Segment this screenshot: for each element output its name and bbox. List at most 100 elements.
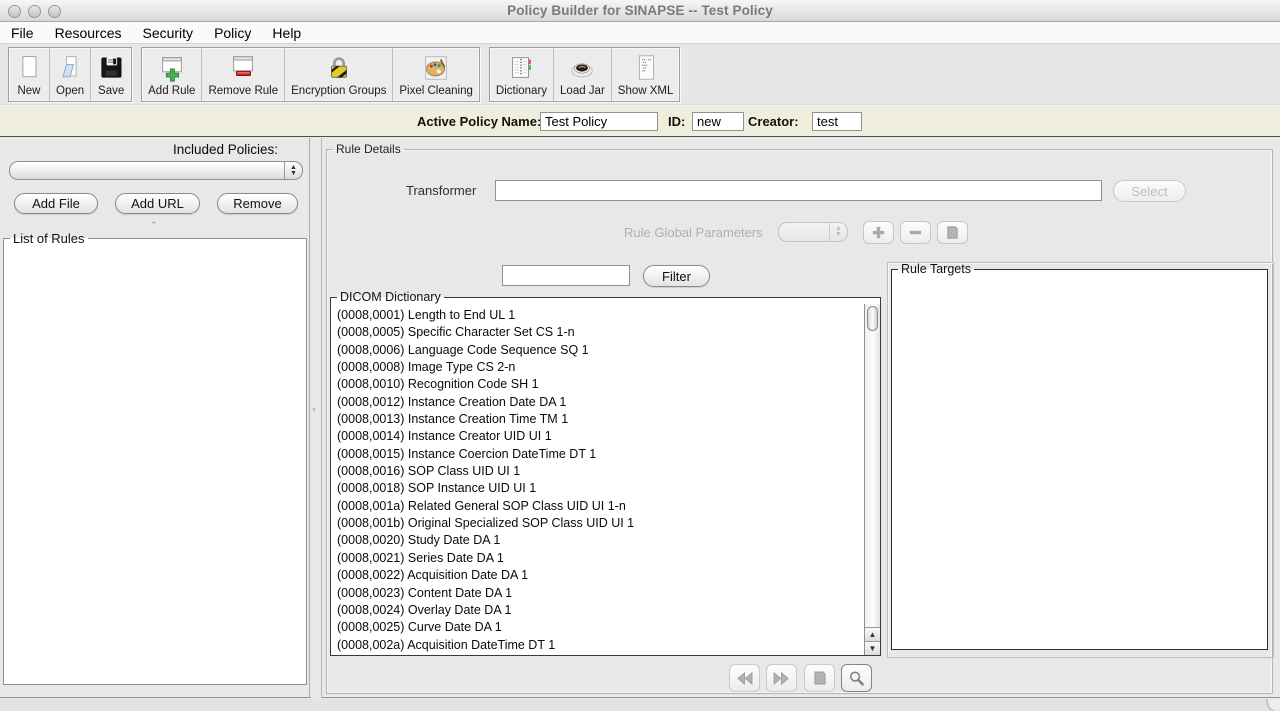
resize-grip[interactable] [1266,699,1280,711]
toolbar-group-file: New Open Save [8,46,133,102]
magnifier-icon [849,671,864,686]
inspect-button[interactable] [841,664,872,692]
list-item[interactable]: (0008,002a) Acquisition DateTime DT 1 [333,637,863,654]
next-rule-button[interactable] [766,664,797,692]
add-url-button[interactable]: Add URL [115,193,200,214]
window-title: Policy Builder for SINAPSE -- Test Polic… [507,3,773,18]
policy-id-field[interactable] [692,112,744,131]
coffee-cup-icon [567,51,597,85]
list-item[interactable]: (0008,0022) Acquisition Date DA 1 [333,567,863,584]
add-rule-button[interactable]: Add Rule [142,47,203,101]
open-button[interactable]: Open [50,47,92,101]
toolbar-group-tools: Dictionary Load Jar Show XML [488,46,681,102]
open-folder-icon [56,51,84,85]
list-item[interactable]: (0008,0015) Instance Coercion DateTime D… [333,446,863,463]
page-icon [947,226,958,239]
plus-icon [872,226,885,239]
palette-icon [421,51,451,85]
list-of-rules-panel[interactable]: List of Rules [3,231,307,685]
list-item[interactable]: (0008,0013) Instance Creation Time TM 1 [333,411,863,428]
filter-field[interactable] [502,265,630,286]
rule-global-parameters-combobox[interactable]: ▲ ▼ [778,222,848,242]
menu-item[interactable]: Policy [214,25,251,41]
scroll-down-icon[interactable]: ▼ [865,641,880,655]
show-xml-button[interactable]: Show XML [612,48,680,101]
list-item[interactable]: (0008,0005) Specific Character Set CS 1-… [333,324,863,341]
policy-creator-label: Creator: [748,114,799,129]
dicom-dictionary-list[interactable]: (0008,0001) Length to End UL 1 (0008,0005… [333,307,863,654]
transformer-label: Transformer [406,183,477,198]
new-document-icon [15,51,43,85]
scroll-up-icon[interactable]: ▲ [865,627,880,641]
notebook-icon [506,51,536,85]
included-policies-combobox[interactable]: ▲ ▼ [9,161,303,180]
remove-button[interactable]: Remove [217,193,298,214]
menu-item[interactable]: Resources [55,25,122,41]
active-policy-bar: Active Policy Name: ID: Creator: [0,105,1280,137]
spinner-arrows-icon[interactable]: ▲ ▼ [829,223,847,241]
list-of-rules-title: List of Rules [13,231,85,246]
rule-targets-panel[interactable]: Rule Targets [891,262,1268,650]
list-item[interactable]: (0008,0025) Curve Date DA 1 [333,619,863,636]
rewind-icon [737,671,753,685]
transformer-field[interactable] [495,180,1102,201]
list-item[interactable]: (0008,0021) Series Date DA 1 [333,550,863,567]
active-policy-name-field[interactable] [540,112,658,131]
list-item[interactable]: (0008,0008) Image Type CS 2-n [333,359,863,376]
fast-forward-icon [773,671,789,685]
previous-rule-button[interactable] [729,664,760,692]
window-bottom-strip [0,699,1280,711]
list-item[interactable]: (0008,001a) Related General SOP Class UI… [333,498,863,515]
filter-button[interactable]: Filter [643,265,710,287]
list-item[interactable]: (0008,0016) SOP Class UID UI 1 [333,463,863,480]
list-item[interactable]: (0008,0023) Content Date DA 1 [333,585,863,602]
vertical-splitter[interactable]: ⌃ [311,138,322,698]
view-rule-button[interactable] [804,664,835,692]
splitter-collapse-icon[interactable]: ⌃ [311,406,322,414]
rule-targets-title: Rule Targets [901,262,971,276]
remove-rule-button[interactable]: Remove Rule [202,47,286,101]
toolbar: New Open Save Add Rule Remove Rule Encry… [0,44,1280,105]
menu-item[interactable]: Security [142,25,193,41]
add-rule-icon [156,51,188,85]
load-jar-button[interactable]: Load Jar [554,47,612,101]
policy-creator-field[interactable] [812,112,862,131]
list-item[interactable]: (0008,0024) Overlay Date DA 1 [333,602,863,619]
dicom-dictionary-title: DICOM Dictionary [340,290,441,304]
remove-rule-icon [227,51,259,85]
edit-parameter-button[interactable] [937,221,968,244]
list-item[interactable]: (0008,0018) SOP Instance UID UI 1 [333,480,863,497]
spinner-arrows-icon[interactable]: ▲ ▼ [284,162,302,179]
policy-id-label: ID: [668,114,686,129]
collapse-handle-icon[interactable]: ⌃ [150,220,158,231]
encryption-groups-button[interactable]: Encryption Groups [285,47,394,101]
add-file-button[interactable]: Add File [14,193,98,214]
rule-details-title: Rule Details [336,142,401,156]
padlock-icon [324,51,354,85]
vertical-scrollbar[interactable]: ▲ ▼ [864,304,880,655]
dictionary-button[interactable]: Dictionary [490,47,555,101]
dicom-dictionary-panel: DICOM Dictionary (0008,0001) Length to E… [330,290,881,656]
remove-parameter-button[interactable] [900,221,931,244]
list-item[interactable]: (0008,0014) Instance Creator UID UI 1 [333,428,863,445]
list-item[interactable]: (0008,001b) Original Specialized SOP Cla… [333,515,863,532]
list-item[interactable]: (0008,0006) Language Code Sequence SQ 1 [333,342,863,359]
scrollbar-thumb[interactable] [866,306,878,331]
list-item[interactable]: (0008,0020) Study Date DA 1 [333,532,863,549]
new-button[interactable]: New [9,47,50,101]
pixel-cleaning-button[interactable]: Pixel Cleaning [393,48,479,101]
menu-item[interactable]: File [11,25,34,41]
menu-item[interactable]: Help [272,25,301,41]
add-parameter-button[interactable] [863,221,894,244]
list-item[interactable]: (0008,0001) Length to End UL 1 [333,307,863,324]
left-panel: Included Policies: ▲ ▼ Add File Add URL R… [0,138,310,698]
toolbar-group-rules: Add Rule Remove Rule Encryption Groups P… [141,46,480,102]
save-floppy-icon [97,51,125,85]
active-policy-name-label: Active Policy Name: [417,114,542,129]
save-button[interactable]: Save [91,48,131,101]
list-item[interactable]: (0008,0012) Instance Creation Date DA 1 [333,394,863,411]
minus-icon [909,230,922,235]
page-icon [814,671,825,685]
list-item[interactable]: (0008,0010) Recognition Code SH 1 [333,376,863,393]
select-button[interactable]: Select [1113,180,1186,202]
